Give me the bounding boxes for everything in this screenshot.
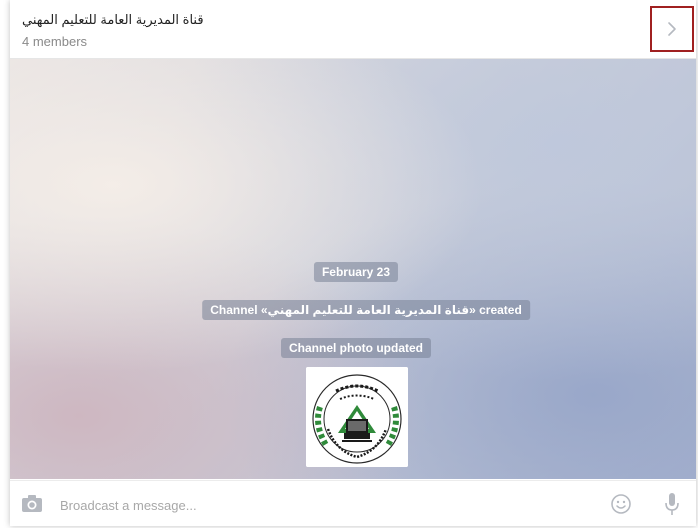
chevron-right-icon [668,22,676,36]
smiley-icon [611,494,631,514]
message-input[interactable] [58,491,582,519]
message-composer [10,480,696,526]
chat-header[interactable]: قناة المديرية العامة للتعليم المهني 4 me… [10,0,696,59]
microphone-icon [665,493,679,515]
channel-info-button[interactable] [650,6,694,52]
chat-window: قناة المديرية العامة للتعليم المهني 4 me… [10,0,696,526]
service-message-photo-updated: Channel photo updated [281,338,431,358]
channel-title[interactable]: قناة المديرية العامة للتعليم المهني [22,12,204,28]
ministry-logo [306,367,408,467]
voice-message-button[interactable] [664,491,680,517]
message-history[interactable]: February 23 Channel «قناة المديرية العام… [10,59,696,479]
camera-icon [22,495,42,512]
date-badge: February 23 [313,262,399,282]
attach-photo-button[interactable] [20,493,44,515]
channel-photo[interactable] [306,367,408,467]
service-message-channel-created: Channel «قناة المديرية العامة للتعليم ال… [202,300,530,320]
members-count: 4 members [22,34,88,49]
emoji-button[interactable] [610,493,632,515]
